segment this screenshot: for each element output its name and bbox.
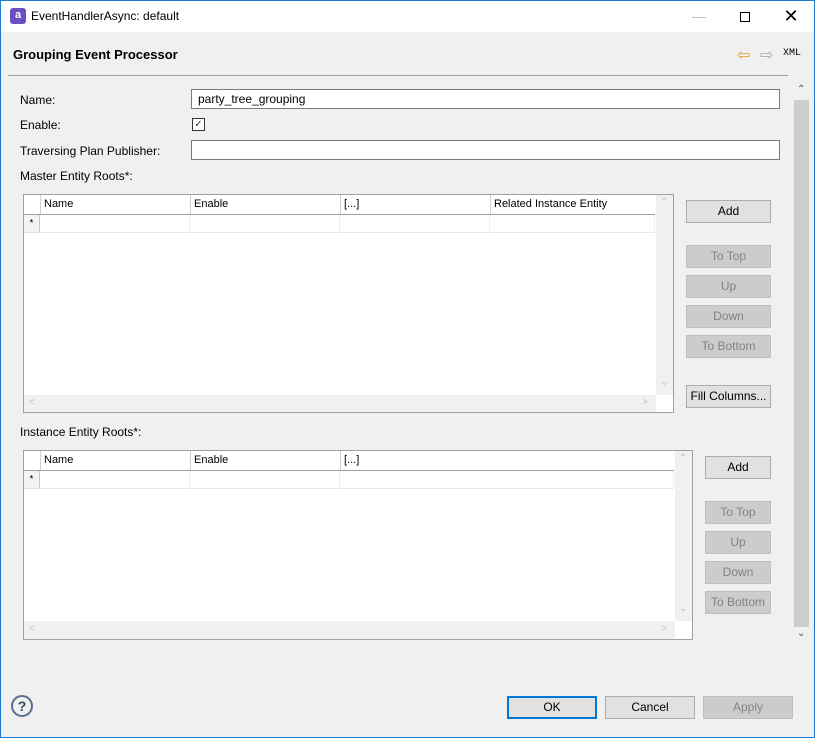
master-table-vertical-scrollbar[interactable]: ⌃ ⌄ <box>656 195 673 395</box>
back-arrow-icon[interactable]: ⇦ <box>737 45 750 65</box>
scroll-right-icon[interactable]: > <box>661 623 667 634</box>
page-vertical-scrollbar[interactable]: ⌃ ⌄ <box>793 84 810 644</box>
minimize-button[interactable]: — <box>676 1 722 32</box>
column-header-name[interactable]: Name <box>40 451 190 470</box>
page-title: Grouping Event Processor <box>13 47 178 62</box>
cell-more[interactable] <box>340 215 490 233</box>
instance-to-top-button[interactable]: To Top <box>705 501 771 524</box>
cancel-button[interactable]: Cancel <box>605 696 695 719</box>
publisher-input[interactable] <box>191 140 780 160</box>
title-bar: a EventHandlerAsync: default — ✕ <box>1 1 814 32</box>
scroll-down-icon[interactable]: ⌄ <box>679 603 687 614</box>
name-label: Name: <box>20 93 56 107</box>
scroll-right-icon[interactable]: > <box>642 397 648 408</box>
instance-down-button[interactable]: Down <box>705 561 771 584</box>
app-logo-icon: a <box>10 8 26 24</box>
scroll-left-icon[interactable]: < <box>29 397 35 408</box>
instance-table-vertical-scrollbar[interactable]: ⌃ ⌄ <box>675 451 692 621</box>
maximize-icon <box>740 12 750 23</box>
scroll-up-icon[interactable]: ⌃ <box>679 453 687 464</box>
instance-add-button[interactable]: Add <box>705 456 771 479</box>
instance-roots-table: Name Enable [...] * ⌃ ⌄ < > <box>23 450 693 640</box>
instance-table-horizontal-scrollbar[interactable]: < > <box>24 621 675 639</box>
cell-more[interactable] <box>340 471 674 489</box>
column-header-enable[interactable]: Enable <box>190 195 340 214</box>
master-down-button[interactable]: Down <box>686 305 771 328</box>
window-title: EventHandlerAsync: default <box>31 9 180 23</box>
table-header: Name Enable [...] <box>24 451 674 471</box>
master-up-button[interactable]: Up <box>686 275 771 298</box>
column-header-more[interactable]: [...] <box>340 195 490 214</box>
new-row-marker: * <box>24 471 40 489</box>
column-header-related-instance-entity[interactable]: Related Instance Entity <box>490 195 655 214</box>
instance-roots-label: Instance Entity Roots*: <box>20 425 142 439</box>
scroll-up-icon[interactable]: ⌃ <box>660 197 668 208</box>
cell-enable[interactable] <box>190 215 340 233</box>
new-row-marker: * <box>24 215 40 233</box>
enable-label: Enable: <box>20 118 61 132</box>
master-to-bottom-button[interactable]: To Bottom <box>686 335 771 358</box>
name-input[interactable] <box>191 89 780 109</box>
fill-columns-button[interactable]: Fill Columns... <box>686 385 771 408</box>
apply-button[interactable]: Apply <box>703 696 793 719</box>
scroll-down-icon[interactable]: ⌄ <box>797 628 805 639</box>
cell-name[interactable] <box>40 471 190 489</box>
scroll-left-icon[interactable]: < <box>29 623 35 634</box>
column-header-name[interactable]: Name <box>40 195 190 214</box>
master-roots-label: Master Entity Roots*: <box>20 169 133 183</box>
ok-button[interactable]: OK <box>507 696 597 719</box>
instance-up-button[interactable]: Up <box>705 531 771 554</box>
cell-enable[interactable] <box>190 471 340 489</box>
table-header: Name Enable [...] Related Instance Entit… <box>24 195 655 215</box>
dialog-window: a EventHandlerAsync: default — ✕ Groupin… <box>0 0 815 738</box>
help-icon[interactable]: ? <box>11 695 33 717</box>
header-divider <box>8 75 788 76</box>
cell-name[interactable] <box>40 215 190 233</box>
enable-checkbox[interactable]: ✓ <box>192 118 205 131</box>
column-header-more[interactable]: [...] <box>340 451 674 470</box>
publisher-label: Traversing Plan Publisher: <box>20 144 161 158</box>
master-add-button[interactable]: Add <box>686 200 771 223</box>
scrollbar-thumb[interactable] <box>794 100 809 627</box>
master-table-horizontal-scrollbar[interactable]: < > <box>24 395 656 412</box>
column-header-enable[interactable]: Enable <box>190 451 340 470</box>
table-row[interactable] <box>40 215 655 233</box>
master-to-top-button[interactable]: To Top <box>686 245 771 268</box>
scroll-down-icon[interactable]: ⌄ <box>660 377 668 388</box>
maximize-button[interactable] <box>722 1 768 32</box>
xml-link[interactable]: XML <box>783 48 801 59</box>
table-row[interactable] <box>40 471 674 489</box>
cell-related-instance-entity[interactable] <box>490 215 655 233</box>
forward-arrow-icon[interactable]: ⇨ <box>760 45 773 65</box>
scroll-up-icon[interactable]: ⌃ <box>797 84 805 95</box>
instance-to-bottom-button[interactable]: To Bottom <box>705 591 771 614</box>
close-button[interactable]: ✕ <box>768 1 814 32</box>
master-roots-table: Name Enable [...] Related Instance Entit… <box>23 194 674 413</box>
